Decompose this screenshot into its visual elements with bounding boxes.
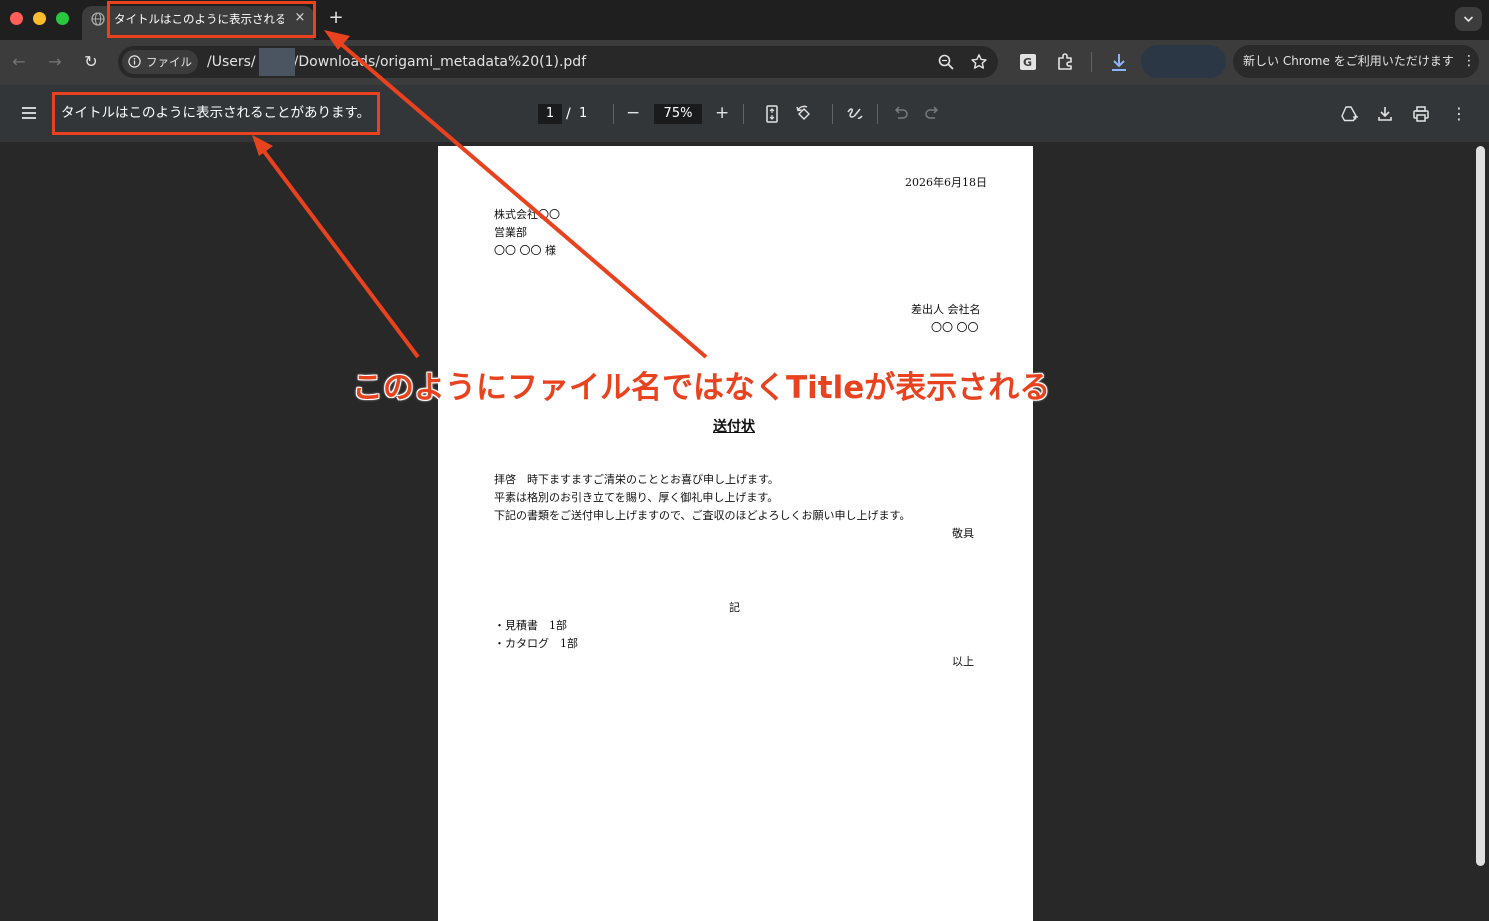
pdf-more-button[interactable]: ⋮ — [1451, 104, 1467, 124]
save-to-drive-icon[interactable] — [1339, 104, 1359, 124]
address-bar[interactable]: ファイル /Users/ /Downloads/origami_metadata%… — [118, 46, 998, 78]
zoom-input[interactable]: 75% — [654, 104, 702, 124]
page-number-input[interactable]: 1 — [538, 104, 562, 124]
browser-toolbar: ← → ↻ ファイル /Users/ /Downloads/origami_met… — [0, 40, 1489, 85]
page-separator: / — [566, 106, 571, 122]
close-window-button[interactable] — [10, 12, 23, 25]
scrollbar[interactable] — [1476, 146, 1485, 866]
rotate-icon[interactable] — [794, 104, 814, 124]
recipient-company: 株式会社〇〇 — [494, 208, 560, 221]
closing: 敬具 — [952, 527, 974, 540]
pdf-download-icon[interactable] — [1375, 104, 1395, 124]
sidebar-menu-icon[interactable] — [20, 104, 38, 122]
minimize-window-button[interactable] — [33, 12, 46, 25]
globe-icon — [91, 12, 105, 26]
chip-label: ファイル — [146, 55, 192, 69]
body-line-1: 拝啓 時下ますますご清栄のこととお喜び申し上げます。 — [494, 473, 779, 486]
recipient-name: 〇〇 〇〇 様 — [494, 244, 556, 257]
page-total: 1 — [579, 106, 588, 121]
url-prefix: /Users/ — [207, 54, 256, 70]
body-line-3: 下記の書類をご送付申し上げますので、ご査収のほどよろしくお願い申し上げます。 — [494, 509, 911, 522]
pdf-title-highlight — [52, 92, 380, 135]
annotation-text: このようにファイル名ではなくTitleが表示される — [352, 370, 1051, 406]
new-tab-button[interactable]: + — [325, 7, 347, 29]
divider — [743, 104, 744, 124]
document-title: 送付状 — [713, 419, 755, 435]
draw-annotation-icon[interactable] — [845, 104, 865, 124]
info-icon — [128, 55, 141, 68]
tab-title-highlight — [107, 1, 316, 38]
item-2: ・カタログ 1部 — [494, 637, 578, 650]
pdf-page: 2026年6月18日 株式会社〇〇 営業部 〇〇 〇〇 様 差出人 会社名 〇〇… — [438, 146, 1033, 921]
print-icon[interactable] — [1411, 104, 1431, 124]
back-button[interactable]: ← — [8, 51, 30, 73]
url-suffix: /Downloads/origami_metadata%20(1).pdf — [293, 54, 587, 70]
undo-icon[interactable] — [891, 104, 911, 124]
body-line-2: 平素は格別のお引き立てを賜り、厚く御礼申し上げます。 — [494, 491, 779, 504]
update-text: 新しい Chrome をご利用いただけます — [1243, 54, 1454, 68]
redaction-box — [259, 48, 295, 76]
divider — [877, 104, 878, 124]
toolbar-divider — [1091, 52, 1092, 72]
forward-button[interactable]: → — [44, 51, 66, 73]
sender-name: 〇〇 〇〇 — [931, 321, 979, 334]
recipient-dept: 営業部 — [494, 226, 527, 239]
extensions-icon[interactable] — [1055, 52, 1075, 72]
zoom-search-icon[interactable] — [937, 53, 955, 71]
reload-button[interactable]: ↻ — [80, 51, 102, 73]
translate-extension-icon[interactable]: G — [1018, 52, 1038, 72]
tab-search-button[interactable] — [1455, 7, 1482, 31]
maximize-window-button[interactable] — [56, 12, 69, 25]
zoom-in-button[interactable]: + — [715, 103, 729, 123]
ki-heading: 記 — [729, 601, 740, 614]
doc-date: 2026年6月18日 — [905, 176, 987, 189]
star-icon[interactable] — [970, 53, 988, 71]
svg-text:G: G — [1023, 56, 1032, 69]
end-mark: 以上 — [952, 655, 974, 668]
zoom-out-button[interactable]: − — [626, 103, 640, 123]
chevron-down-icon — [1463, 16, 1474, 23]
item-1: ・見積書 1部 — [494, 619, 567, 632]
redo-icon[interactable] — [922, 104, 942, 124]
sender-label: 差出人 会社名 — [911, 303, 981, 316]
site-info-chip[interactable]: ファイル — [122, 50, 198, 74]
profile-button[interactable] — [1141, 45, 1226, 78]
fit-page-icon[interactable] — [762, 104, 782, 124]
chrome-menu-button[interactable]: ⋮ — [1462, 53, 1476, 69]
divider — [613, 104, 614, 124]
download-icon[interactable] — [1109, 52, 1129, 72]
divider — [832, 104, 833, 124]
update-chrome-button[interactable]: 新しい Chrome をご利用いただけます ⋮ — [1233, 45, 1479, 78]
